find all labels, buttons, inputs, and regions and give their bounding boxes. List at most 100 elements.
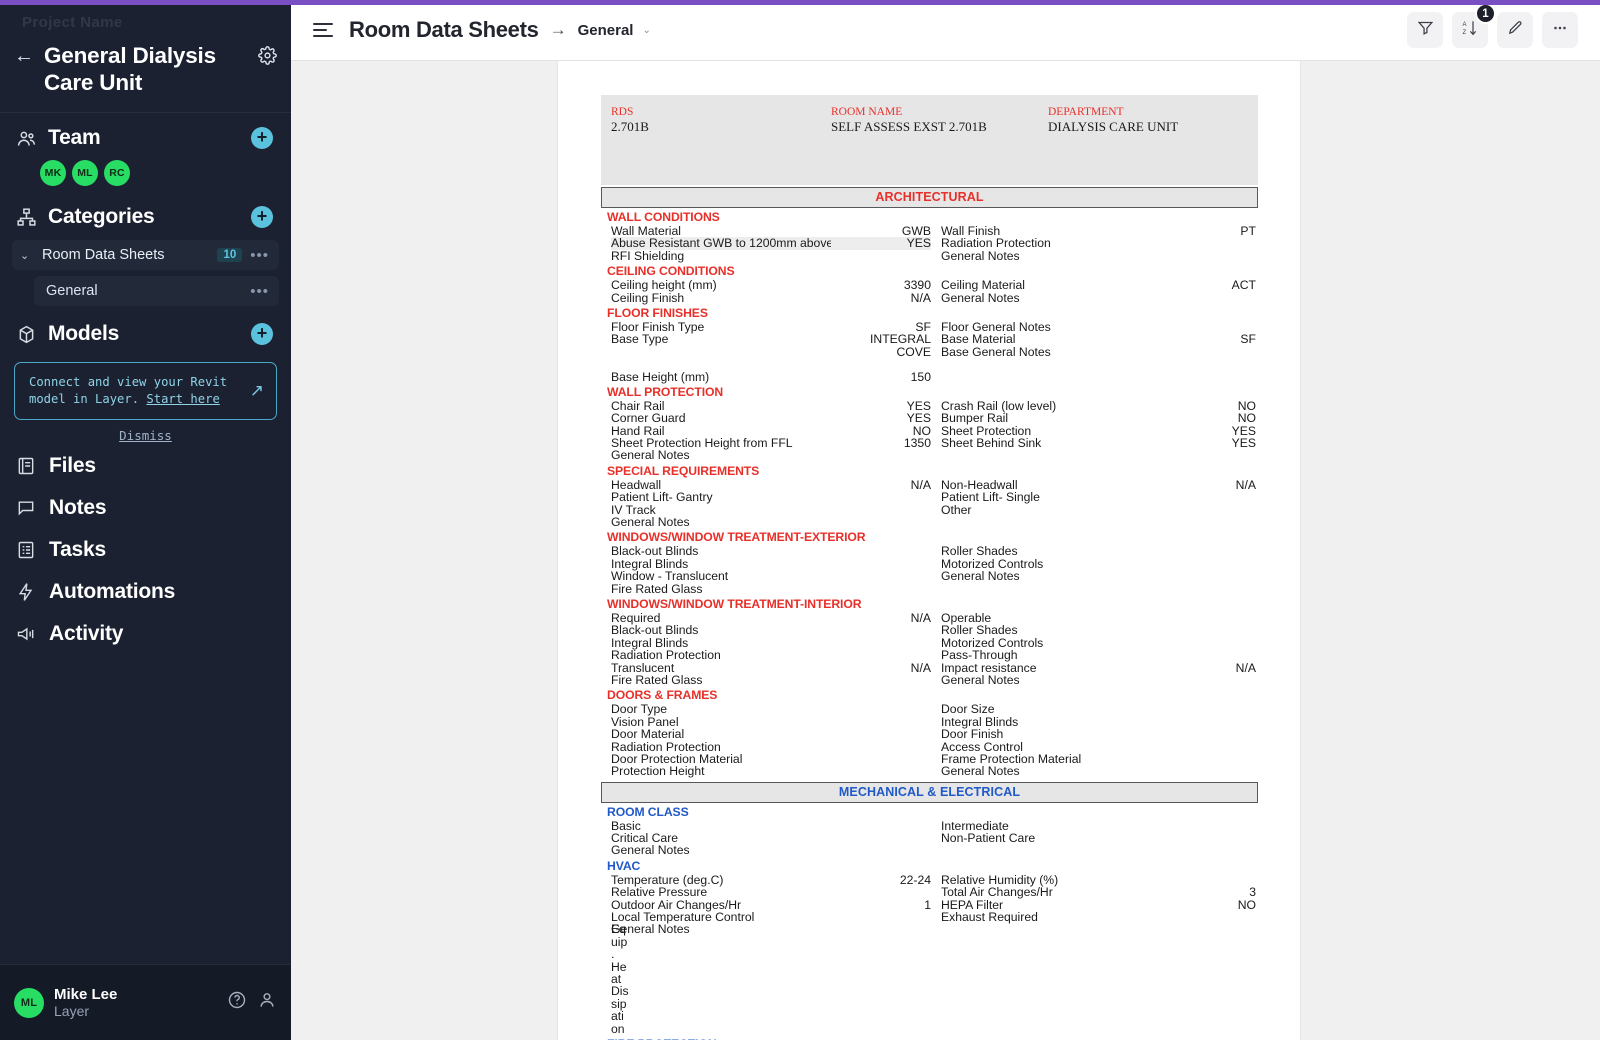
sidebar-models-label: Models: [48, 322, 120, 345]
revit-promo-card[interactable]: Connect and view your Revit model in Lay…: [14, 362, 277, 420]
rds-label: RDS: [611, 106, 634, 118]
rds-row[interactable]: Window - Translucent General Notes: [601, 569, 1258, 584]
rds-row[interactable]: [601, 358, 1258, 370]
rds-row[interactable]: Basic Intermediate: [601, 819, 1258, 832]
rds-field-value: 1: [924, 897, 931, 912]
rds-row[interactable]: Local Temperature Control Exhaust Require…: [601, 911, 1258, 924]
sidebar-item-tasks[interactable]: Tasks: [0, 529, 291, 571]
rds-row[interactable]: Protection Height General Notes: [601, 765, 1258, 778]
rds-row[interactable]: General Notes: [601, 515, 1258, 530]
files-icon: [16, 456, 37, 477]
document-canvas[interactable]: RDS 2.701B ROOM NAME SELF ASSESS EXST 2.…: [291, 61, 1600, 1040]
edit-button[interactable]: [1497, 12, 1533, 48]
breadcrumb-arrow-icon: →: [549, 20, 567, 39]
add-team-member-button[interactable]: +: [251, 127, 273, 149]
help-circle-icon[interactable]: [227, 990, 247, 1015]
rds-row[interactable]: Abuse Resistant GWB to 1200mm above FFL Y…: [601, 237, 1258, 250]
rds-field-label-right: Non-Patient Care: [941, 831, 1036, 846]
rds-row[interactable]: RFI Shielding General Notes: [601, 248, 1258, 263]
avatar[interactable]: ML: [72, 160, 98, 186]
sidebar-section-models: Models +: [0, 309, 291, 354]
sidebar-item-label: Files: [49, 454, 96, 477]
category-more-options-icon[interactable]: •••: [250, 284, 269, 299]
band-mechanical: MECHANICAL & ELECTRICAL: [601, 781, 1258, 803]
rds-row[interactable]: Ceiling height (mm) 3390 Ceiling Material A…: [601, 278, 1258, 293]
sidebar-item-automations[interactable]: Automations: [0, 571, 291, 613]
add-model-button[interactable]: +: [251, 323, 273, 345]
breadcrumb-room-data-sheets[interactable]: Room Data Sheets: [349, 17, 539, 43]
rds-row[interactable]: Vision Panel Integral Blinds: [601, 715, 1258, 728]
rds-field-label-right: Base Material: [941, 332, 1016, 347]
rds-field-label: General Notes: [611, 515, 690, 530]
dismiss-promo-button[interactable]: Dismiss: [0, 428, 291, 443]
section-title: WINDOWS/WINDOW TREATMENT-INTERIOR: [607, 596, 862, 611]
rds-row[interactable]: Corner Guard YES Bumper Rail NO: [601, 412, 1258, 425]
rds-row[interactable]: COVE Base General Notes: [601, 344, 1258, 359]
add-category-button[interactable]: +: [251, 206, 273, 228]
sidebar-item-room-data-sheets[interactable]: ⌄ Room Data Sheets 10 •••: [12, 240, 279, 270]
room-data-sheet: RDS 2.701B ROOM NAME SELF ASSESS EXST 2.…: [601, 95, 1258, 1040]
promo-start-here-link[interactable]: Start here: [146, 392, 219, 406]
arrow-left-icon[interactable]: ←: [14, 42, 34, 70]
wrapped-text-fragment: .: [601, 948, 1258, 961]
avatar[interactable]: ML: [14, 987, 44, 1018]
arrow-up-right-icon[interactable]: ↗: [250, 381, 264, 401]
rds-field-value-right: ACT: [1231, 278, 1256, 293]
main-area: Room Data Sheets → General ⌄ A Z 1 RDS 2…: [291, 0, 1600, 1040]
rds-field-label-right: Ceiling Material: [941, 278, 1025, 293]
rds-row[interactable]: Black-out Blinds Roller Shades: [601, 623, 1258, 638]
chevron-down-icon[interactable]: ⌄: [20, 249, 34, 262]
rds-field-label-right: General Notes: [941, 248, 1020, 263]
hamburger-icon[interactable]: [313, 19, 335, 41]
rds-row[interactable]: Base Height (mm) 150: [601, 370, 1258, 383]
rds-row[interactable]: Relative Pressure Total Air Changes/Hr 3: [601, 886, 1258, 899]
sidebar-categories-label: Categories: [48, 205, 155, 228]
rds-field-value: N/A: [910, 660, 931, 675]
rds-row[interactable]: Sheet Protection Height from FFL 1350 Shee…: [601, 436, 1258, 451]
person-icon[interactable]: [257, 990, 277, 1015]
section-title: WINDOWS/WINDOW TREATMENT-EXTERIOR: [607, 530, 866, 545]
rds-field-label: Window - Translucent: [611, 569, 729, 584]
rds-row[interactable]: Door Material Door Finish: [601, 728, 1258, 741]
sidebar-item-general[interactable]: General •••: [34, 276, 279, 306]
rds-field-label: Black-out Blinds: [611, 623, 699, 638]
sort-button[interactable]: A Z 1: [1452, 3, 1496, 48]
rds-field-label-right: Sheet Behind Sink: [941, 436, 1042, 451]
wrapped-text-fragment: sip: [601, 997, 1258, 1010]
filter-button[interactable]: [1407, 12, 1443, 48]
rds-row[interactable]: Ceiling Finish N/A General Notes: [601, 291, 1258, 304]
document-page: RDS 2.701B ROOM NAME SELF ASSESS EXST 2.…: [558, 61, 1300, 1040]
rds-row[interactable]: Patient Lift- Gantry Patient Lift- Single: [601, 491, 1258, 504]
gear-icon[interactable]: [258, 46, 277, 70]
rds-row[interactable]: Black-out Blinds Roller Shades: [601, 545, 1258, 558]
svg-text:Z: Z: [1463, 30, 1467, 36]
breadcrumb-general[interactable]: General: [578, 22, 634, 39]
rds-field-value: INTEGRAL: [870, 332, 931, 347]
section-title: FLOOR FINISHES: [607, 305, 708, 320]
rds-row[interactable]: Critical Care Non-Patient Care: [601, 831, 1258, 846]
sidebar-footer: ML Mike Lee Layer: [0, 964, 291, 1040]
rds-row[interactable]: General Notes: [601, 844, 1258, 857]
rds-row[interactable]: General Notes: [601, 449, 1258, 462]
rds-row[interactable]: IV Track Other: [601, 503, 1258, 516]
sidebar-item-notes[interactable]: Notes: [0, 487, 291, 529]
rds-row[interactable]: Required N/A Operable: [601, 612, 1258, 625]
chevron-down-icon[interactable]: ⌄: [642, 25, 650, 36]
category-more-options-icon[interactable]: •••: [250, 248, 269, 263]
avatar[interactable]: MK: [40, 160, 66, 186]
rds-row[interactable]: Door Type Door Size: [601, 703, 1258, 716]
rds-row[interactable]: Base Type INTEGRAL Base Material SF: [601, 332, 1258, 347]
rds-row[interactable]: Fire Rated Glass: [601, 582, 1258, 595]
avatar[interactable]: RC: [104, 160, 130, 186]
sidebar-item-files[interactable]: Files: [0, 445, 291, 487]
sidebar-item-activity[interactable]: Activity: [0, 613, 291, 655]
rds-row[interactable]: Fire Rated Glass General Notes: [601, 672, 1258, 687]
rds-row[interactable]: Radiation Protection Pass-Through: [601, 648, 1258, 663]
rds-field-label: Ceiling height (mm): [611, 278, 717, 293]
rds-field-label-right: Pass-Through: [941, 648, 1018, 663]
rds-field-value: COVE: [896, 344, 931, 359]
more-options-button[interactable]: [1542, 12, 1578, 48]
rds-field-label-right: General Notes: [941, 672, 1020, 687]
sort-az-icon: A Z: [1461, 19, 1479, 42]
